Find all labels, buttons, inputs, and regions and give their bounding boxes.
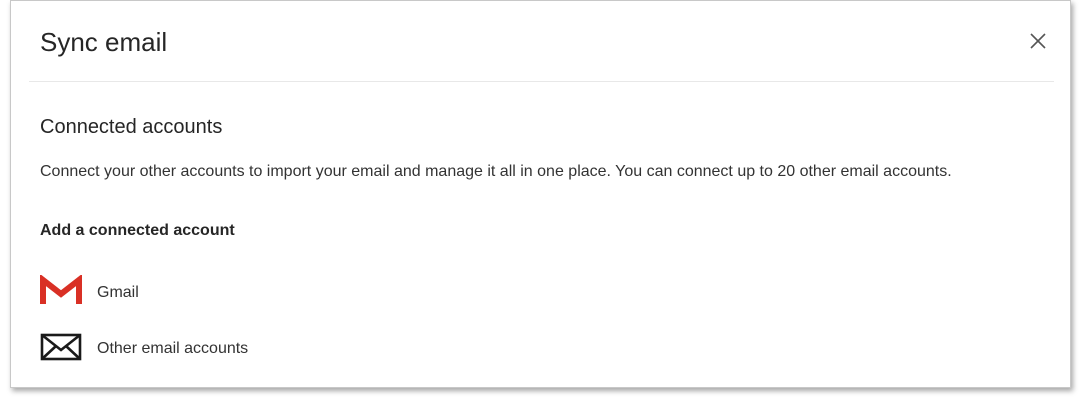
sync-email-dialog: Sync email Connected accounts Connect yo… bbox=[10, 0, 1071, 388]
add-connected-account-heading: Add a connected account bbox=[40, 222, 235, 239]
other-email-accounts-option[interactable]: Other email accounts bbox=[40, 328, 248, 364]
envelope-icon bbox=[40, 328, 84, 364]
gmail-icon bbox=[40, 272, 84, 308]
close-button[interactable] bbox=[1026, 29, 1050, 53]
connected-accounts-description: Connect your other accounts to import yo… bbox=[40, 163, 952, 180]
gmail-label: Gmail bbox=[97, 284, 139, 301]
gmail-account-option[interactable]: Gmail bbox=[40, 272, 139, 308]
dialog-title: Sync email bbox=[40, 27, 168, 57]
other-email-accounts-label: Other email accounts bbox=[97, 340, 249, 357]
close-icon bbox=[1030, 33, 1046, 49]
header-divider bbox=[29, 81, 1054, 82]
connected-accounts-heading: Connected accounts bbox=[40, 116, 223, 138]
